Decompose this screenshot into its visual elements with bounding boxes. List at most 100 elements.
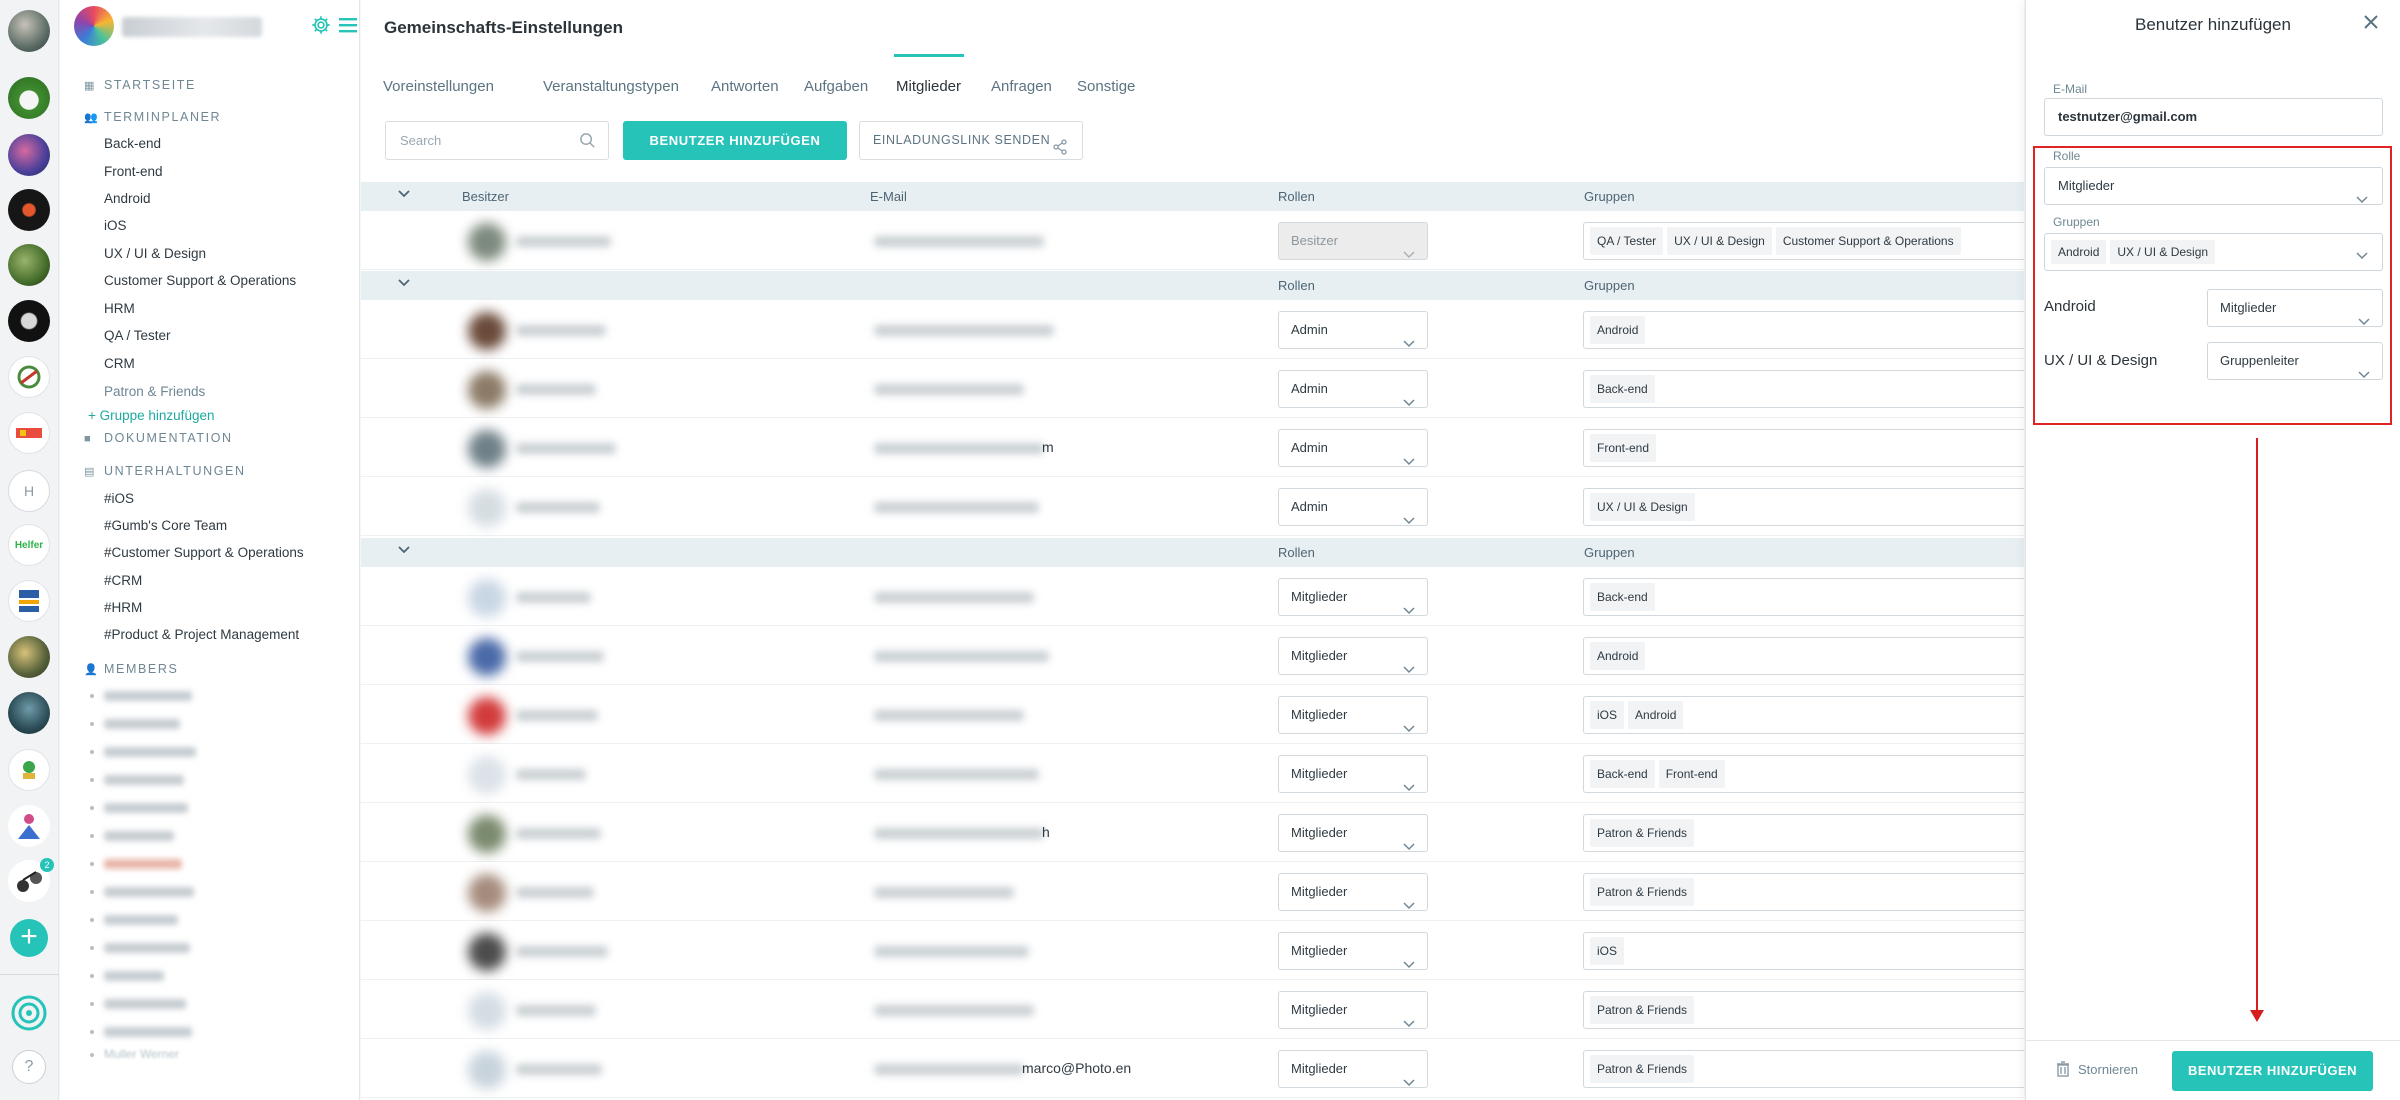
close-icon[interactable] [2360,11,2382,33]
section-startseite[interactable]: ▦ STARTSEITE [84,78,196,92]
email-field[interactable]: testnutzer@gmail.com [2044,98,2383,136]
group-chip[interactable]: Patron & Friends [1590,819,1695,847]
sidebar-item-patron-friends[interactable]: Patron & Friends [104,384,205,399]
group-chip[interactable]: Patron & Friends [1590,878,1695,906]
add-user-button[interactable]: BENUTZER HINZUFÜGEN [623,121,847,160]
groups-field[interactable]: Back-end [1583,578,2024,616]
group-chip[interactable]: iOS [1590,937,1625,965]
sidebar-chat-core-team[interactable]: #Gumb's Core Team [104,518,227,533]
group-chip[interactable]: Back-end [1590,583,1655,611]
member-name-blurred[interactable] [104,915,178,925]
role-select[interactable]: Admin [1278,429,1428,467]
role-select[interactable]: Mitglieder [1278,1050,1428,1088]
group-chip[interactable]: Front-end [1658,760,1725,788]
server-icon[interactable] [8,692,50,734]
role-select[interactable]: Mitglieder [1278,755,1428,793]
server-icon[interactable] [8,10,50,52]
member-name-blurred[interactable] [104,775,184,785]
groups-field[interactable]: UX / UI & Design [1583,488,2024,526]
role-select[interactable]: Mitglieder [1278,637,1428,675]
sidebar-item-front-end[interactable]: Front-end [104,164,163,179]
server-icon[interactable] [8,189,50,231]
table-row[interactable]: Mitglieder Patron & Friends [361,862,2024,921]
sidebar-chat-ios[interactable]: #iOS [104,491,134,506]
sidebar-item-customer-support[interactable]: Customer Support & Operations [104,273,296,288]
member-name-blurred[interactable] [104,803,188,813]
groups-field[interactable]: Patron & Friends [1583,873,2024,911]
server-icon[interactable] [8,134,50,176]
group-chip[interactable]: Patron & Friends [1590,996,1695,1024]
server-icon[interactable] [8,805,50,847]
group-chip[interactable]: QA / Tester [1590,227,1664,255]
tab-anfragen[interactable]: Anfragen [991,78,1052,95]
column-header-roles[interactable]: Rollen [1278,278,1315,293]
sidebar-item-qa-tester[interactable]: QA / Tester [104,328,171,343]
groups-field[interactable]: Back-end [1583,370,2024,408]
groups-field[interactable]: Back-end Front-end [1583,755,2024,793]
cancel-button[interactable]: Stornieren [2056,1061,2138,1080]
sidebar-chat-hrm[interactable]: #HRM [104,600,142,615]
column-header-owner[interactable]: Besitzer [462,189,509,204]
table-row[interactable]: Admin UX / UI & Design [361,477,2024,536]
role-select[interactable]: Admin [1278,488,1428,526]
tab-voreinstellungen[interactable]: Voreinstellungen [383,78,494,95]
server-icon[interactable] [8,580,50,622]
groups-field[interactable]: QA / Tester UX / UI & Design Customer Supp… [1583,222,2024,260]
tab-antworten[interactable]: Antworten [711,78,779,95]
member-name-blurred[interactable] [104,999,186,1009]
column-header-email[interactable]: E-Mail [870,189,907,204]
group-chip[interactable]: Android [1590,316,1646,344]
sidebar-item-android[interactable]: Android [104,191,151,206]
member-name-blurred[interactable] [104,887,194,897]
section-terminplaner[interactable]: 👥 TERMINPLANER [84,110,221,124]
role-select[interactable]: Mitglieder [1278,991,1428,1029]
groups-field[interactable]: iOS Android [1583,696,2024,734]
sidebar-item-hrm[interactable]: HRM [104,301,135,316]
group-chip[interactable]: Customer Support & Operations [1775,227,1961,255]
group-chip[interactable]: UX / UI & Design [1590,493,1695,521]
role-select[interactable]: Mitglieder [1278,578,1428,616]
groups-field[interactable]: Android [1583,311,2024,349]
server-icon[interactable] [8,636,50,678]
groups-field[interactable]: Patron & Friends [1583,1050,2024,1088]
member-name-blurred[interactable] [104,943,190,953]
help-button[interactable]: ? [12,1050,46,1084]
table-row[interactable]: h Mitglieder Patron & Friends [361,803,2024,862]
chevron-down-icon[interactable] [397,187,411,204]
server-icon[interactable] [8,356,50,398]
server-helfer-icon[interactable]: Helfer [8,524,50,566]
sidebar-item-back-end[interactable]: Back-end [104,136,161,151]
add-server-button[interactable]: + [10,919,48,957]
server-icon[interactable] [8,412,50,454]
table-row[interactable]: Besitzer QA / Tester UX / UI & Design Cust… [361,211,2024,270]
radar-icon[interactable] [10,994,48,1032]
table-row[interactable]: Mitglieder Back-end [361,567,2024,626]
server-soccer-icon[interactable] [8,77,50,119]
role-select[interactable]: Admin [1278,370,1428,408]
role-select[interactable]: Mitglieder [1278,932,1428,970]
send-invite-link-button[interactable]: EINLADUNGSLINK SENDEN [859,121,1083,160]
sidebar-chat-crm[interactable]: #CRM [104,573,142,588]
group-chip[interactable]: Android [1628,701,1684,729]
tab-sonstige[interactable]: Sonstige [1077,78,1135,95]
role-select[interactable]: Mitglieder [1278,814,1428,852]
group-chip[interactable]: Back-end [1590,375,1655,403]
section-dokumentation[interactable]: ■ DOKUMENTATION [84,431,233,445]
table-row[interactable]: Mitglieder Patron & Friends [361,980,2024,1039]
table-row[interactable]: marco@Photo.en Mitglieder Patron & Friends [361,1039,2024,1098]
community-logo[interactable] [74,6,114,46]
tab-veranstaltungstypen[interactable]: Veranstaltungstypen [543,78,679,95]
member-name-blurred[interactable] [104,747,196,757]
submit-add-user-button[interactable]: BENUTZER HINZUFÜGEN [2172,1051,2373,1091]
groups-field[interactable]: iOS [1583,932,2024,970]
group-chip[interactable]: Android [1590,642,1646,670]
member-name[interactable]: Muller Werner [104,1047,179,1061]
server-h-icon[interactable]: H [8,470,50,512]
column-header-roles[interactable]: Rollen [1278,545,1315,560]
member-name-blurred[interactable] [104,859,182,869]
groups-field[interactable]: Front-end [1583,429,2024,467]
section-members[interactable]: 👤 MEMBERS [84,662,178,676]
sidebar-item-ios[interactable]: iOS [104,218,127,233]
tab-mitglieder[interactable]: Mitglieder [896,78,961,95]
group-chip[interactable]: iOS [1590,701,1625,729]
